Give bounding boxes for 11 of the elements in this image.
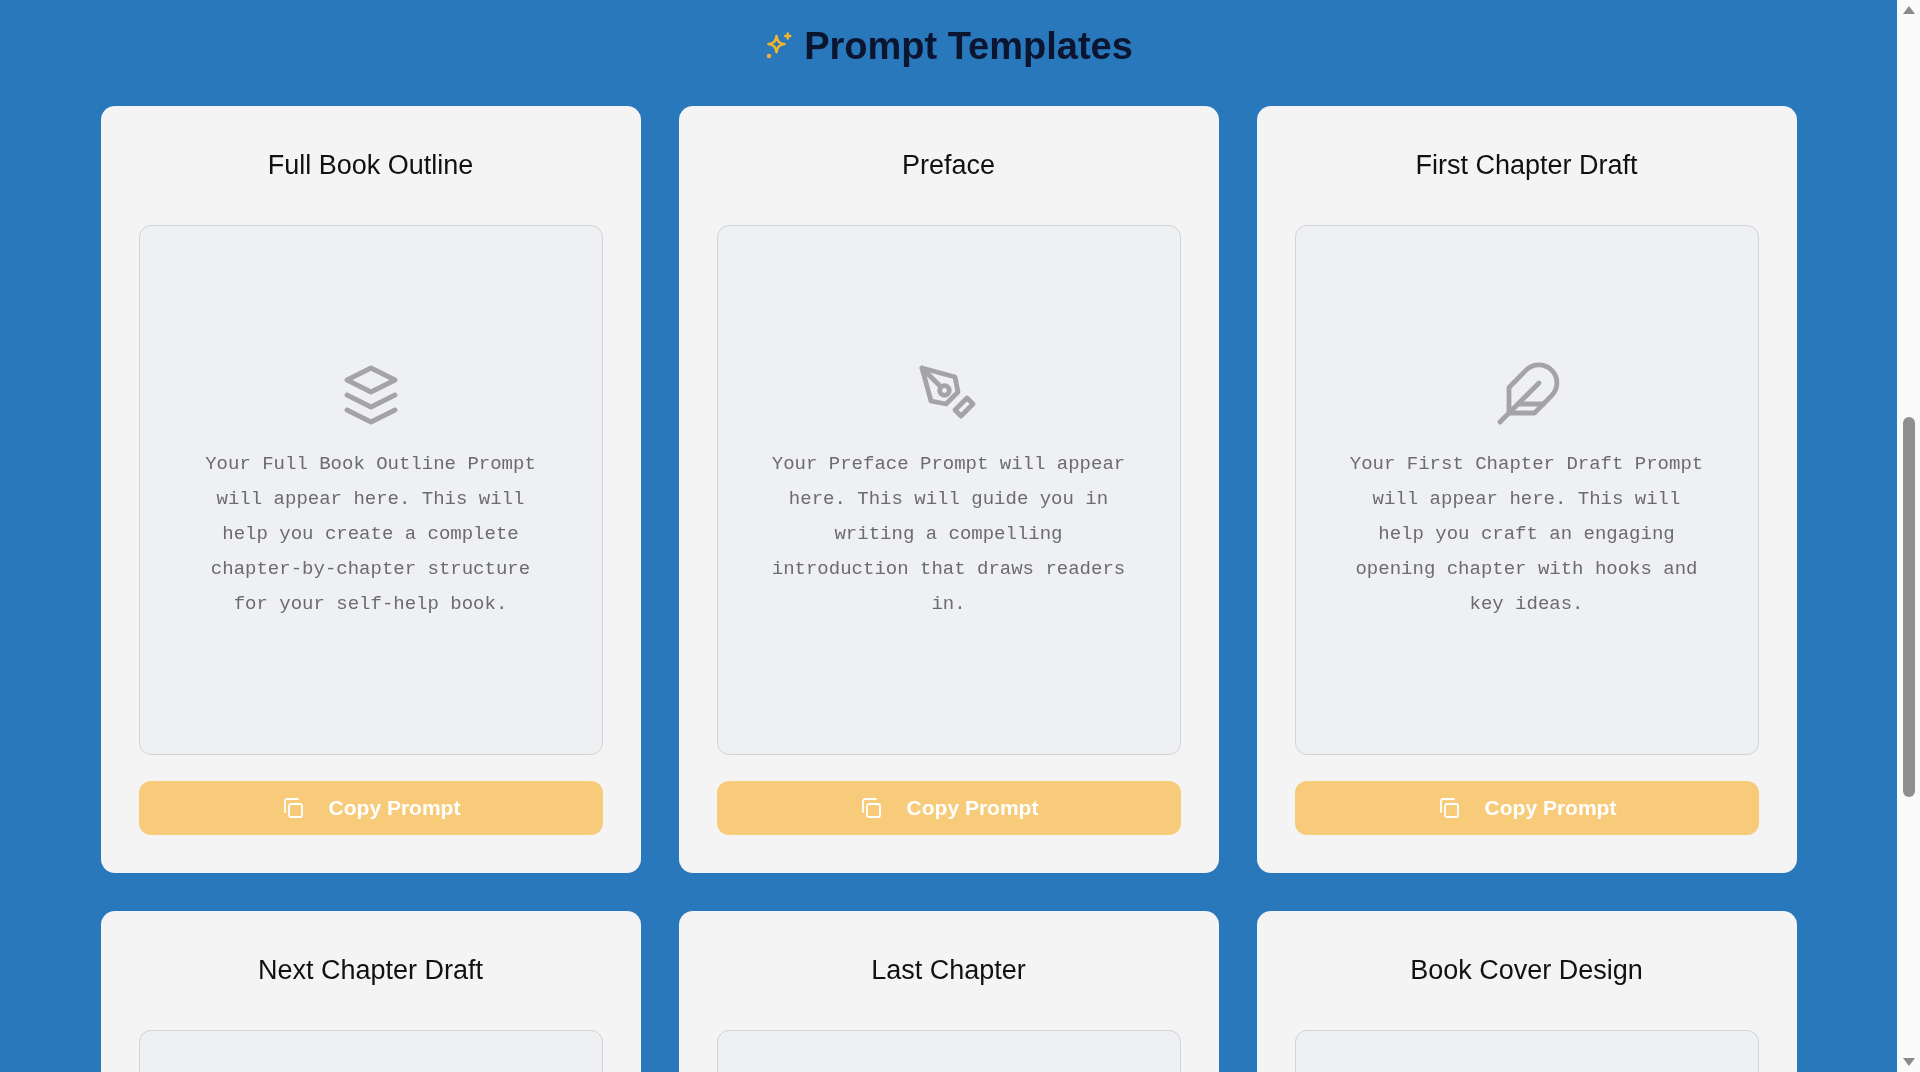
card-title: Next Chapter Draft: [256, 954, 485, 987]
prompt-placeholder-text: Your First Chapter Draft Prompt will appear here. This will help you craft an engaging opening chapter with hooks and key ideas.: [1349, 451, 1704, 617]
card-title: First Chapter Draft: [1414, 149, 1639, 182]
page-title: Prompt Templates: [804, 24, 1133, 68]
card-title: Last Chapter: [870, 954, 1027, 987]
scrollbar[interactable]: [1897, 0, 1920, 1072]
prompt-placeholder-text: Your Full Book Outline Prompt will appear here. This will help you create a complete chapter-by-chapter structure for your self-help book.: [204, 451, 537, 617]
prompt-placeholder-text: Your Preface Prompt will appear here. This will guide you in writing a compelling introduction that draws readers in.: [771, 451, 1126, 617]
card-title: Preface: [900, 149, 997, 182]
card-title: Full Book Outline: [266, 149, 475, 182]
card-title: Book Cover Design: [1409, 954, 1644, 987]
